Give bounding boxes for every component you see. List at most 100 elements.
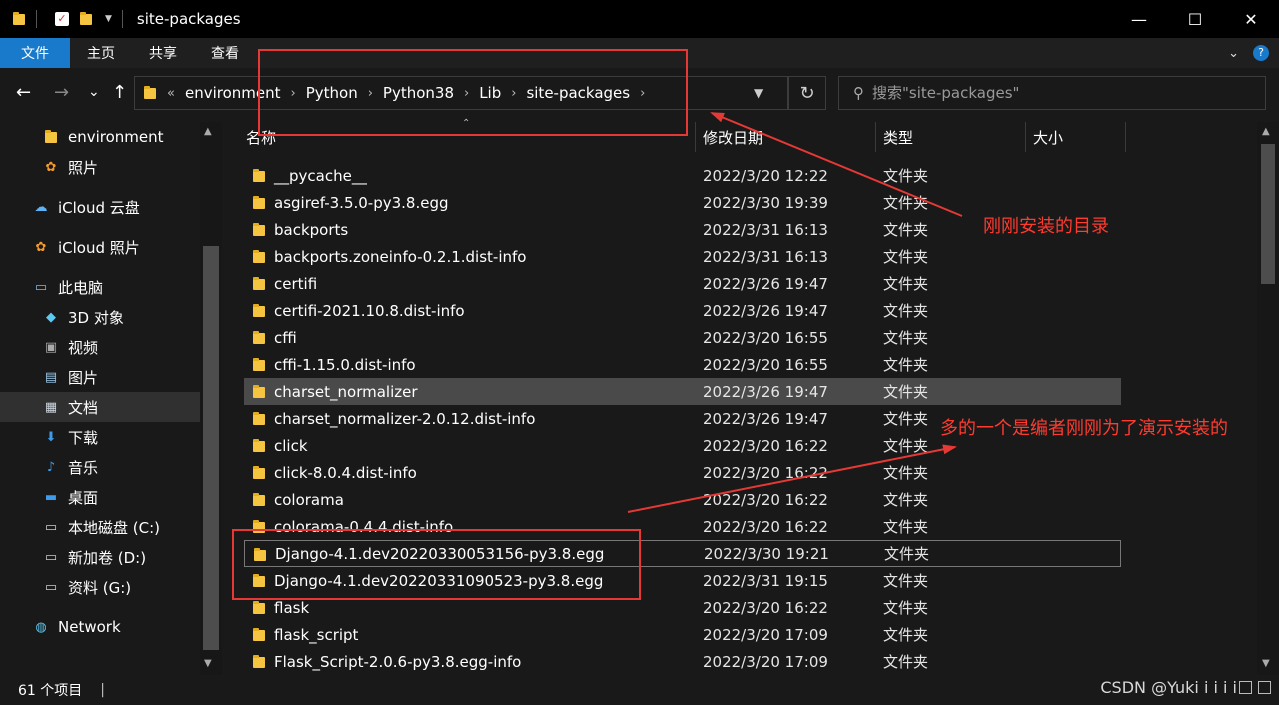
file-row[interactable]: certifi-2021.10.8.dist-info 2022/3/26 19:…	[244, 297, 1121, 324]
file-row[interactable]: __pycache__ 2022/3/20 12:22 文件夹	[244, 162, 1121, 189]
file-row[interactable]: certifi 2022/3/26 19:47 文件夹	[244, 270, 1121, 297]
sidebar-item-network[interactable]: ◍ Network	[0, 612, 200, 642]
file-row[interactable]: charset_normalizer 2022/3/26 19:47 文件夹	[244, 378, 1121, 405]
sidebar-item-desktop[interactable]: ▬ 桌面	[0, 482, 200, 512]
column-header-type[interactable]: 类型	[875, 122, 1025, 152]
help-icon[interactable]: ?	[1253, 45, 1269, 61]
back-button[interactable]: ←	[16, 82, 31, 103]
folder-icon	[252, 331, 266, 345]
refresh-button[interactable]: ↻	[788, 76, 826, 110]
large-icons-view-icon[interactable]	[1258, 681, 1271, 694]
folder-icon	[42, 128, 60, 146]
tab-file[interactable]: 文件	[0, 38, 70, 68]
folder-icon	[252, 412, 266, 426]
computer-icon: ▭	[34, 279, 48, 295]
status-divider: |	[100, 682, 105, 698]
forward-button[interactable]: →	[54, 82, 69, 103]
sidebar-item-environment[interactable]: environment	[0, 122, 200, 152]
drive-icon: ▭	[44, 579, 58, 595]
expand-ribbon-icon[interactable]: ⌄	[1228, 46, 1239, 61]
folder-icon	[252, 628, 266, 642]
close-button[interactable]: ✕	[1223, 0, 1279, 38]
scroll-down-icon[interactable]: ▼	[204, 658, 212, 669]
file-name: click-8.0.4.dist-info	[274, 463, 417, 482]
search-box[interactable]: ⚲	[838, 76, 1266, 110]
file-name: backports.zoneinfo-0.2.1.dist-info	[274, 247, 527, 266]
sidebar-item-pictures[interactable]: ▤ 图片	[0, 362, 200, 392]
sidebar-item-documents[interactable]: ▦ 文档	[0, 392, 200, 422]
file-date: 2022/3/31 19:15	[703, 571, 828, 590]
file-name: Flask_Script-2.0.6-py3.8.egg-info	[274, 652, 522, 671]
sidebar-item-icloud-photos[interactable]: ✿ iCloud 照片	[0, 232, 200, 262]
sidebar-item-3d-objects[interactable]: ◆ 3D 对象	[0, 302, 200, 332]
separator	[121, 10, 123, 28]
desktop-icon: ▬	[44, 489, 58, 505]
file-date: 2022/3/30 19:39	[703, 193, 828, 212]
column-divider[interactable]	[1125, 122, 1126, 152]
ribbon-right: ⌄ ?	[1228, 38, 1269, 68]
scroll-up-icon[interactable]: ▲	[1262, 126, 1270, 137]
sidebar-item-drive-c[interactable]: ▭ 本地磁盘 (C:)	[0, 512, 200, 542]
scrollbar-thumb[interactable]	[1261, 144, 1275, 284]
file-type: 文件夹	[883, 464, 929, 482]
overflow-icon[interactable]: «	[167, 86, 175, 101]
minimize-button[interactable]: —	[1111, 0, 1167, 38]
sidebar-item-drive-g[interactable]: ▭ 资料 (G:)	[0, 572, 200, 602]
properties-icon[interactable]: ✓	[55, 12, 69, 26]
file-name: flask	[274, 598, 310, 617]
tab-home[interactable]: 主页	[70, 38, 132, 68]
maximize-button[interactable]: ☐	[1167, 0, 1223, 38]
file-row[interactable]: cffi 2022/3/20 16:55 文件夹	[244, 324, 1121, 351]
file-row[interactable]: flask_script 2022/3/20 17:09 文件夹	[244, 621, 1121, 648]
file-date: 2022/3/26 19:47	[703, 274, 828, 293]
column-header-size[interactable]: 大小	[1025, 122, 1125, 152]
annotation-path-box	[258, 49, 688, 136]
folder-icon	[252, 493, 266, 507]
watermark: CSDN @Yuki i i i i	[1100, 678, 1237, 697]
scroll-up-icon[interactable]: ▲	[204, 126, 212, 137]
file-type: 文件夹	[883, 572, 929, 590]
sidebar-item-drive-d[interactable]: ▭ 新加卷 (D:)	[0, 542, 200, 572]
file-date: 2022/3/31 16:13	[703, 247, 828, 266]
quick-access-dropdown-icon[interactable]: ▼	[105, 14, 112, 24]
search-icon: ⚲	[853, 84, 864, 102]
file-row[interactable]: cffi-1.15.0.dist-info 2022/3/20 16:55 文件夹	[244, 351, 1121, 378]
search-input[interactable]	[872, 84, 1232, 102]
scrollbar-thumb[interactable]	[203, 246, 219, 650]
file-row[interactable]: click-8.0.4.dist-info 2022/3/20 16:22 文件夹	[244, 459, 1121, 486]
tab-share[interactable]: 共享	[132, 38, 194, 68]
recent-locations-button[interactable]: ⌄	[88, 84, 100, 100]
sidebar-item-videos[interactable]: ▣ 视频	[0, 332, 200, 362]
column-header-modified[interactable]: 修改日期	[695, 122, 875, 152]
sidebar-item-music[interactable]: ♪ 音乐	[0, 452, 200, 482]
network-icon: ◍	[35, 619, 47, 635]
sidebar-item-label: 下载	[68, 428, 99, 447]
file-type: 文件夹	[884, 545, 930, 563]
details-view-icon[interactable]	[1239, 681, 1252, 694]
file-date: 2022/3/20 16:55	[703, 355, 828, 374]
sidebar-item-label: iCloud 云盘	[58, 198, 140, 217]
sidebar-scrollbar[interactable]: ▲ ▼	[200, 122, 222, 675]
tab-view[interactable]: 查看	[194, 38, 256, 68]
file-name: click	[274, 436, 308, 455]
file-type: 文件夹	[883, 410, 929, 428]
new-folder-icon[interactable]	[79, 12, 93, 26]
address-dropdown-icon[interactable]: ▼	[754, 86, 763, 100]
file-row[interactable]: Flask_Script-2.0.6-py3.8.egg-info 2022/3/…	[244, 648, 1121, 675]
folder-icon	[252, 601, 266, 615]
sidebar-item-this-pc[interactable]: ▭ 此电脑	[0, 272, 200, 302]
drive-icon: ▭	[44, 519, 58, 535]
window-title: site-packages	[136, 10, 241, 28]
sidebar-item-photos[interactable]: ✿ 照片	[0, 152, 200, 182]
file-row[interactable]: backports.zoneinfo-0.2.1.dist-info 2022/3…	[244, 243, 1121, 270]
scroll-down-icon[interactable]: ▼	[1262, 658, 1270, 669]
up-button[interactable]: ↑	[112, 82, 127, 103]
navigation-pane: environment ✿ 照片 ☁ iCloud 云盘 ✿ iCloud 照片…	[0, 122, 222, 675]
sidebar-item-label: environment	[68, 128, 164, 146]
sidebar-item-icloud-drive[interactable]: ☁ iCloud 云盘	[0, 192, 200, 222]
file-row[interactable]: colorama 2022/3/20 16:22 文件夹	[244, 486, 1121, 513]
sidebar-item-downloads[interactable]: ⬇ 下载	[0, 422, 200, 452]
file-type: 文件夹	[883, 167, 929, 185]
file-list-scrollbar[interactable]: ▲ ▼	[1257, 122, 1279, 675]
folder-icon	[252, 439, 266, 453]
